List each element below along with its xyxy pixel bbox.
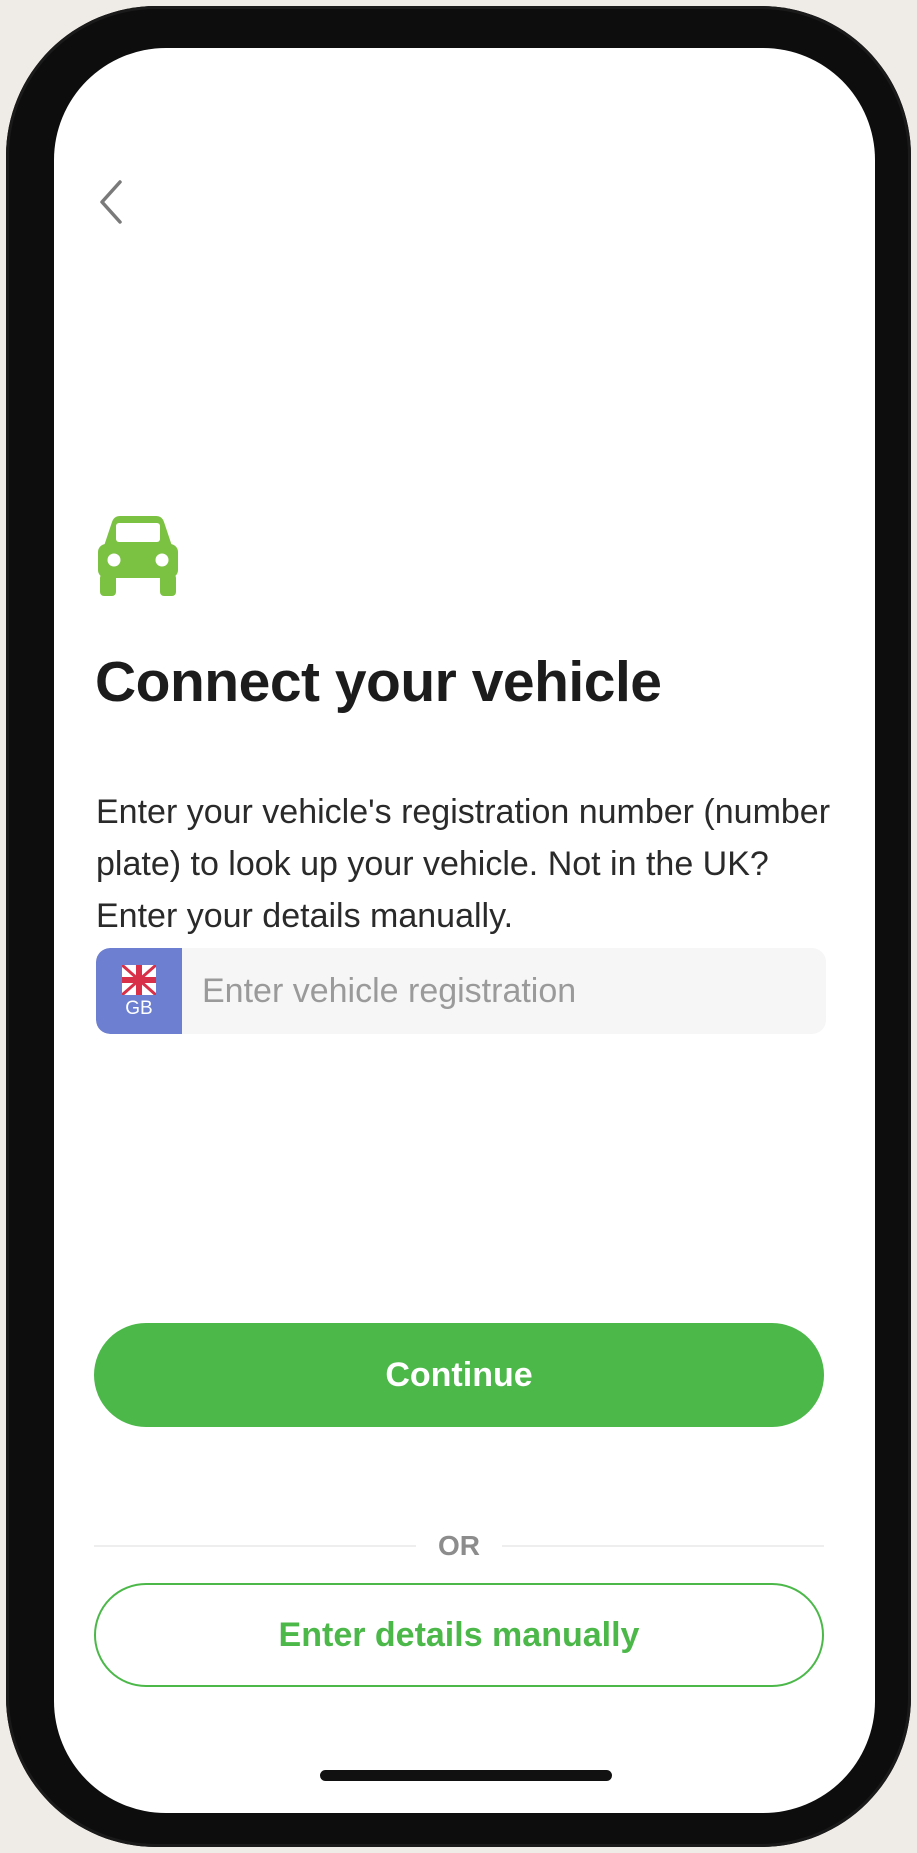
phone-frame: Connect your vehicle Enter your vehicle'…	[6, 6, 911, 1847]
home-indicator[interactable]	[320, 1770, 612, 1781]
registration-field: GB	[96, 948, 826, 1034]
or-label: OR	[438, 1530, 480, 1561]
country-badge: GB	[96, 948, 182, 1034]
back-button[interactable]	[96, 166, 156, 238]
car-icon	[98, 516, 178, 596]
enter-details-manually-button[interactable]: Enter details manually	[94, 1583, 824, 1687]
page-title: Connect your vehicle	[95, 650, 662, 714]
app-screen: Connect your vehicle Enter your vehicle'…	[54, 48, 875, 1813]
country-code: GB	[125, 997, 153, 1019]
registration-input[interactable]	[182, 948, 826, 1034]
divider-line-right	[502, 1545, 824, 1547]
or-divider: OR	[94, 1526, 824, 1566]
uk-flag-icon	[122, 964, 156, 995]
page-description: Enter your vehicle's registration number…	[96, 793, 831, 935]
chevron-left-icon	[100, 180, 122, 224]
continue-button[interactable]: Continue	[94, 1323, 824, 1427]
divider-line-left	[94, 1545, 416, 1547]
